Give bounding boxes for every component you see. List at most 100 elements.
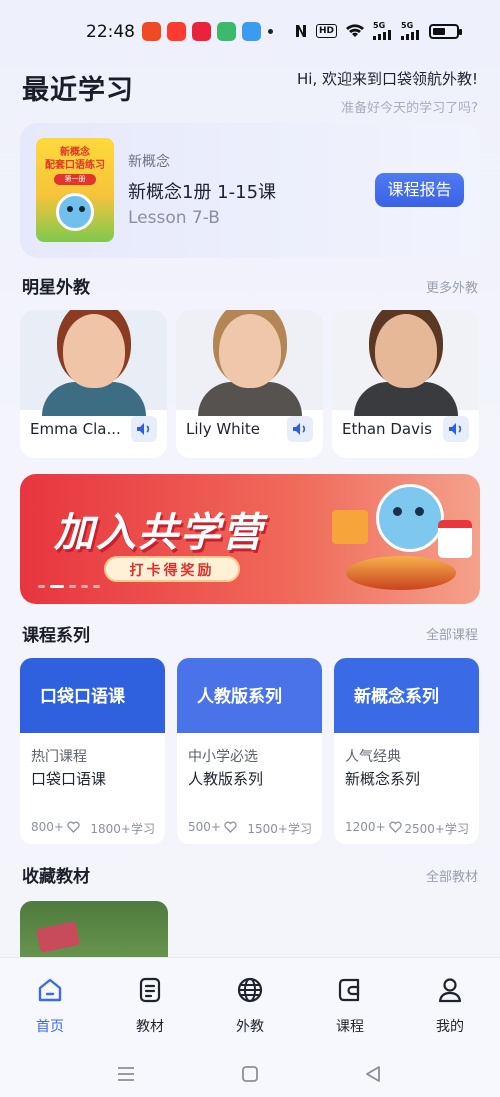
tab-profile[interactable]: 我的 [400, 958, 500, 1049]
teacher-photo [20, 310, 167, 416]
back-icon[interactable] [362, 1063, 384, 1085]
play-audio-button[interactable] [443, 416, 469, 442]
calendar-icon [438, 520, 472, 558]
signal-label-2: 5G [401, 21, 414, 30]
pagination-dot[interactable] [81, 585, 88, 588]
home-nav-icon[interactable] [239, 1063, 261, 1085]
all-textbooks-link[interactable]: 全部教材 [426, 866, 478, 885]
textbook-icon [135, 975, 165, 1005]
teacher-face [375, 314, 437, 388]
menu-icon[interactable] [115, 1063, 137, 1085]
pagination-dot[interactable] [69, 585, 76, 588]
study-camp-banner[interactable]: 加入共学营 打卡得奖励 [20, 474, 480, 604]
globe-icon [235, 975, 265, 1005]
teacher-name: Ethan Davis [342, 420, 432, 438]
welcome-text: Hi, 欢迎来到口袋领航外教! [297, 70, 478, 88]
pagination-dot-active[interactable] [50, 585, 64, 588]
series-name: 新概念系列 [345, 770, 421, 788]
tab-textbook[interactable]: 教材 [100, 958, 200, 1049]
weather-app-icon [242, 22, 261, 41]
series-name: 口袋口语课 [31, 770, 107, 788]
mascot-icon [56, 193, 94, 231]
teacher-face [63, 314, 125, 388]
notification-icons [142, 22, 261, 41]
series-tag: 热门课程 [31, 749, 87, 765]
series-name: 人教版系列 [188, 770, 264, 788]
series-cover-image: 人教版系列 [177, 658, 322, 733]
speaker-icon [449, 423, 462, 435]
banner-title: 加入共学营 [54, 510, 264, 556]
status-bar: 22:48 HD 5G 5G [0, 0, 500, 62]
tab-label: 首页 [36, 1019, 64, 1035]
series-cover-title: 人教版系列 [197, 687, 282, 707]
series-likes: 500+ [188, 820, 237, 834]
welcome-block: Hi, 欢迎来到口袋领航外教! 准备好今天的学习了吗? [297, 68, 478, 116]
pagination-dot[interactable] [93, 585, 100, 588]
heart-icon [67, 821, 80, 833]
wifi-icon [345, 22, 365, 40]
tab-label: 外教 [236, 1019, 264, 1035]
pagination-dot[interactable] [38, 585, 45, 588]
more-notifications-dot [268, 29, 273, 34]
series-likes: 1200+ [345, 820, 402, 834]
teacher-card[interactable]: Ethan Davis [332, 310, 479, 458]
book-cover-title-line2: 配套口语练习 [45, 160, 105, 171]
book-cover-image: 新概念 配套口语练习 第一册 [36, 138, 114, 242]
recent-category: 新概念 [128, 154, 170, 170]
battery-level [433, 27, 446, 35]
page-title: 最近学习 [22, 75, 134, 106]
series-tag: 人气经典 [345, 749, 401, 765]
signal-icon-2: 5G [401, 22, 421, 40]
course-report-button[interactable]: 课程报告 [375, 173, 464, 207]
play-audio-button[interactable] [287, 416, 313, 442]
all-courses-link[interactable]: 全部课程 [426, 624, 478, 643]
home-icon [35, 975, 65, 1005]
series-cover-image: 口袋口语课 [20, 658, 165, 733]
play-audio-button[interactable] [131, 416, 157, 442]
shopping-app-icon [167, 22, 186, 41]
series-learners: 1500+学习 [247, 822, 312, 836]
tab-label: 教材 [136, 1019, 164, 1035]
series-card[interactable]: 人教版系列 中小学必选 人教版系列 500+ 1500+学习 [177, 658, 322, 844]
welcome-subtitle: 准备好今天的学习了吗? [341, 101, 478, 116]
series-card[interactable]: 口袋口语课 热门课程 口袋口语课 800+ 1800+学习 [20, 658, 165, 844]
mascot-icon [376, 484, 444, 552]
teacher-name: Lily White [186, 420, 260, 438]
map-app-icon [217, 22, 236, 41]
teacher-face [219, 314, 281, 388]
series-card[interactable]: 新概念系列 人气经典 新概念系列 1200+ 2500+学习 [334, 658, 479, 844]
status-time: 22:48 [86, 22, 135, 42]
tab-label: 课程 [336, 1019, 364, 1035]
recent-course-card[interactable]: 新概念 配套口语练习 第一册 新概念 新概念1册 1-15课 Lesson 7-… [20, 123, 480, 258]
teacher-card[interactable]: Lily White [176, 310, 323, 458]
recent-course-title: 新概念1册 1-15课 [128, 182, 277, 203]
signal-icon: 5G [373, 22, 393, 40]
teacher-photo [176, 310, 323, 416]
course-icon [335, 975, 365, 1005]
series-cover-image: 新概念系列 [334, 658, 479, 733]
hd-icon: HD [316, 24, 338, 38]
teacher-name: Emma Cla... [30, 420, 121, 438]
profile-icon [435, 975, 465, 1005]
bottom-tab-bar: 首页 教材 外教 课程 我的 [0, 957, 500, 1049]
series-cover-title: 口袋口语课 [40, 687, 125, 707]
teacher-card[interactable]: Emma Cla... [20, 310, 167, 458]
tab-teachers[interactable]: 外教 [200, 958, 300, 1049]
series-likes: 800+ [31, 820, 80, 834]
tab-home[interactable]: 首页 [0, 958, 100, 1049]
video-app-icon [142, 22, 161, 41]
status-right: HD 5G 5G [294, 22, 463, 40]
tab-courses[interactable]: 课程 [300, 958, 400, 1049]
gift-icon [332, 510, 368, 544]
more-teachers-link[interactable]: 更多外教 [426, 277, 478, 296]
banner-pagination [38, 585, 100, 588]
red-app-icon [192, 22, 211, 41]
series-section-title: 课程系列 [22, 626, 90, 646]
battery-icon [429, 23, 463, 39]
speaker-icon [137, 423, 150, 435]
series-learners: 1800+学习 [90, 822, 155, 836]
likes-count: 1200+ [345, 820, 386, 834]
teacher-photo [332, 310, 479, 416]
recent-lesson: Lesson 7-B [128, 208, 220, 228]
banner-reward-button[interactable]: 打卡得奖励 [104, 556, 240, 582]
